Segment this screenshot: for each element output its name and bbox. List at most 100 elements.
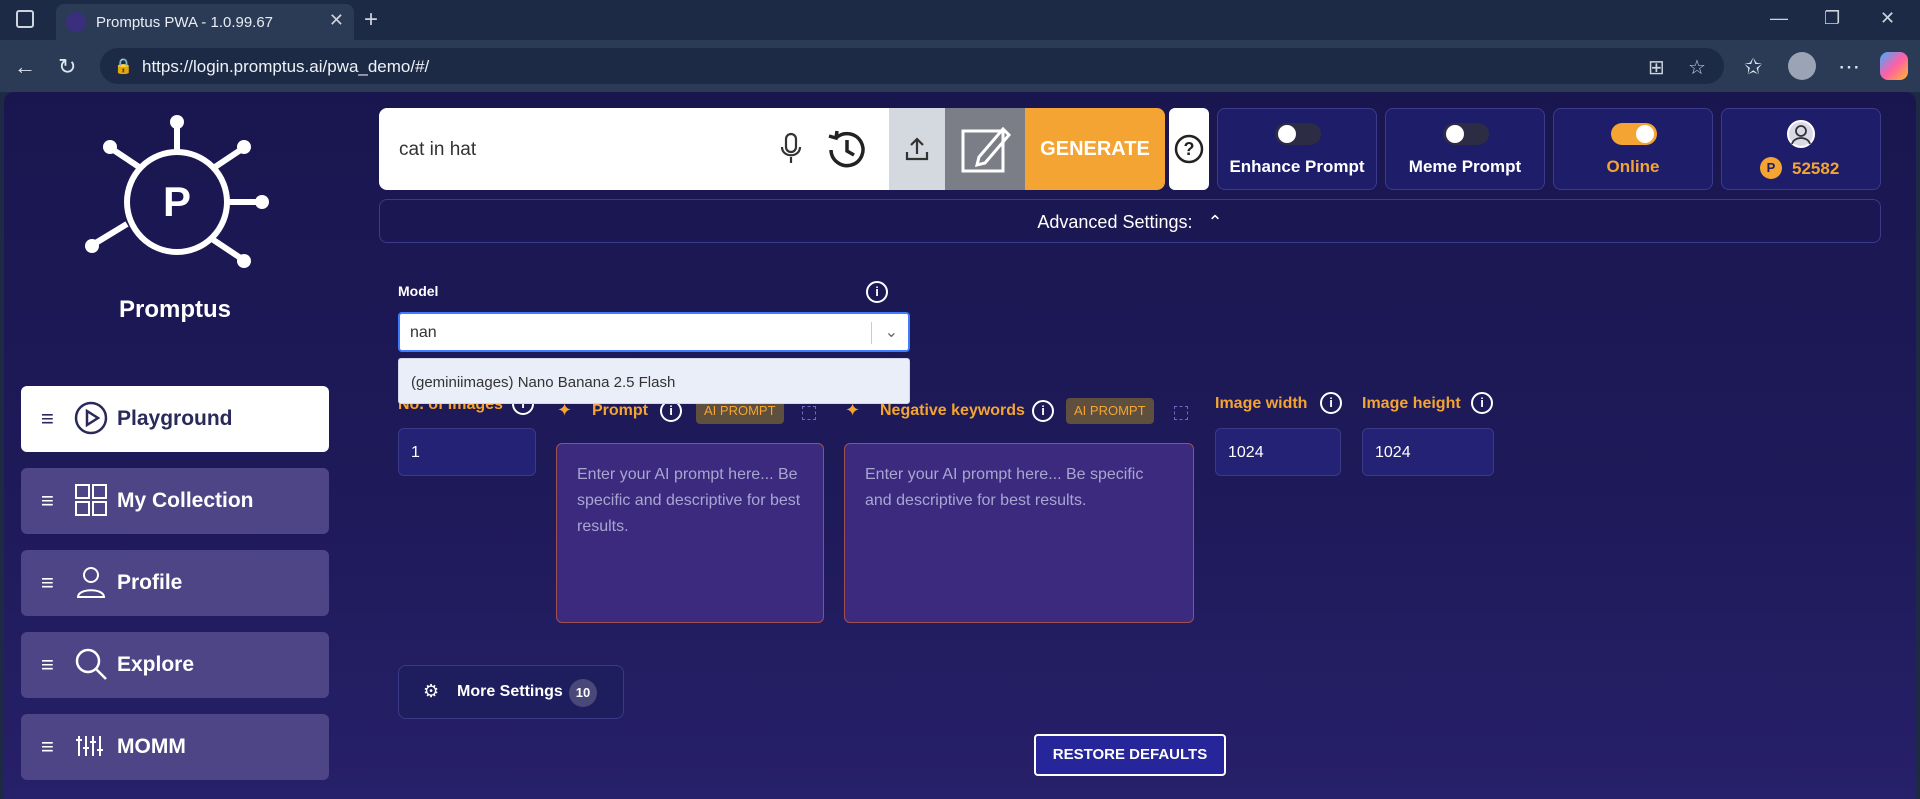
sidebar-item-my-collection[interactable]: ≡ My Collection [21, 468, 329, 534]
user-avatar-icon [1787, 120, 1815, 148]
online-card: Online [1553, 108, 1713, 190]
browser-tabbar: Promptus PWA - 1.0.99.67 ✕ + — ❐ ✕ [0, 0, 1920, 40]
prompt-input[interactable]: cat in hat [399, 139, 476, 161]
url-text[interactable]: https://login.promptus.ai/pwa_demo/#/ [142, 57, 429, 77]
edit-button[interactable] [945, 108, 1025, 190]
address-bar: ← ↻ 🔒 https://login.promptus.ai/pwa_demo… [0, 40, 1920, 92]
info-icon[interactable]: i [1032, 400, 1054, 422]
user-icon [76, 567, 106, 598]
prompt-textarea[interactable]: Enter your AI prompt here... Be specific… [556, 443, 824, 623]
favorite-star-icon[interactable]: ☆ [1688, 55, 1706, 80]
advanced-settings-label: Advanced Settings: [1037, 212, 1193, 232]
image-height-label: Image height [1362, 395, 1461, 412]
restore-window-icon[interactable]: ❐ [1824, 8, 1840, 29]
upload-icon [905, 137, 929, 161]
online-toggle[interactable] [1611, 123, 1657, 145]
sidebar-item-label: MOMM [117, 735, 186, 758]
generate-button[interactable]: GENERATE [1025, 108, 1165, 190]
restore-defaults-button[interactable]: RESTORE DEFAULTS [1034, 734, 1226, 776]
enhance-prompt-label: Enhance Prompt [1229, 157, 1365, 176]
enhance-prompt-card: Enhance Prompt [1217, 108, 1377, 190]
help-icon: ? [1174, 134, 1204, 164]
grid-icon [75, 484, 107, 516]
meme-prompt-card: Meme Prompt [1385, 108, 1545, 190]
menu-icon: ≡ [41, 488, 54, 513]
svg-text:?: ? [1184, 139, 1195, 159]
menu-icon: ≡ [41, 734, 54, 759]
history-icon[interactable] [823, 126, 871, 174]
image-width-input[interactable]: 1024 [1215, 428, 1341, 476]
play-icon [74, 401, 108, 435]
info-icon[interactable]: i [1471, 392, 1493, 414]
sidebar-item-label: Playground [117, 407, 233, 430]
pencil-icon [961, 126, 1012, 173]
mixer-icon [76, 736, 103, 756]
apps-icon[interactable]: ⊞ [1648, 55, 1665, 80]
more-icon[interactable]: ⋯ [1838, 54, 1860, 80]
credits-value: 52582 [1792, 159, 1840, 178]
menu-icon: ≡ [41, 570, 54, 595]
favorites-icon[interactable]: ✩ [1744, 54, 1762, 80]
chevron-down-icon[interactable]: ⌄ [885, 322, 898, 342]
more-settings-button[interactable]: ⚙ More Settings 10 [398, 665, 624, 719]
tab-title: Promptus PWA - 1.0.99.67 [96, 14, 274, 31]
expand-icon[interactable] [802, 406, 816, 420]
new-tab-icon[interactable]: + [364, 6, 378, 34]
negative-keywords-textarea[interactable]: Enter your AI prompt here... Be specific… [844, 443, 1194, 623]
close-icon[interactable]: ✕ [329, 10, 344, 31]
microphone-icon[interactable] [779, 132, 803, 164]
enhance-prompt-toggle[interactable] [1275, 123, 1321, 145]
info-icon[interactable]: i [866, 281, 888, 303]
meme-prompt-label: Meme Prompt [1408, 157, 1522, 176]
model-dropdown: (geminiimages) Nano Banana 2.5 Flash [398, 358, 910, 404]
more-settings-label: More Settings [457, 683, 563, 700]
help-button[interactable]: ? [1169, 108, 1209, 190]
chevron-up-icon: ⌃ [1207, 212, 1223, 232]
brand-name: Promptus [118, 296, 231, 323]
promptus-logo-icon: P [85, 115, 269, 268]
ai-prompt-pill[interactable]: AI PROMPT [1066, 398, 1154, 424]
sidebar-toggle-icon[interactable] [16, 10, 34, 28]
url-field[interactable]: 🔒 https://login.promptus.ai/pwa_demo/#/ … [100, 48, 1724, 84]
sidebar-item-momm[interactable]: ≡ MOMM [21, 714, 329, 780]
expand-icon[interactable] [1174, 406, 1188, 420]
image-width-label: Image width [1215, 395, 1308, 412]
model-label: Model [398, 283, 439, 299]
online-label: Online [1606, 157, 1660, 176]
site-info-icon[interactable]: 🔒 [114, 57, 133, 75]
profile-avatar-icon[interactable] [1788, 52, 1816, 80]
num-images-input[interactable]: 1 [398, 428, 536, 476]
sidebar-item-label: Explore [117, 653, 195, 676]
menu-icon: ≡ [41, 406, 54, 431]
search-icon [75, 648, 107, 680]
gear-icon: ⚙ [423, 681, 440, 701]
favicon-icon [66, 12, 86, 32]
meme-prompt-toggle[interactable] [1443, 123, 1489, 145]
reload-icon[interactable]: ↻ [58, 54, 76, 80]
sidebar-item-label: Profile [117, 571, 183, 594]
coin-icon: P [1760, 157, 1782, 179]
back-icon[interactable]: ← [14, 54, 36, 80]
info-icon[interactable]: i [1320, 392, 1342, 414]
image-height-input[interactable]: 1024 [1362, 428, 1494, 476]
upload-button[interactable] [889, 108, 945, 190]
model-select[interactable]: nan ⌄ [398, 312, 910, 352]
negative-keywords-label: Negative keywords [880, 402, 1025, 419]
svg-text:P: P [163, 178, 191, 225]
model-search-input[interactable]: nan [410, 324, 437, 342]
advanced-settings-toggle[interactable]: Advanced Settings: ⌃ [379, 199, 1881, 243]
prompt-label: Prompt [592, 402, 648, 419]
prompt-bar: cat in hat [379, 108, 889, 190]
model-option[interactable]: (geminiimages) Nano Banana 2.5 Flash [411, 374, 675, 391]
menu-icon: ≡ [41, 652, 54, 677]
more-settings-count-badge: 10 [569, 679, 597, 707]
browser-tab[interactable]: Promptus PWA - 1.0.99.67 ✕ [56, 4, 354, 40]
copilot-icon[interactable] [1880, 52, 1908, 80]
sidebar-item-profile[interactable]: ≡ Profile [21, 550, 329, 616]
sidebar-item-playground[interactable]: ≡ Playground [21, 386, 329, 452]
credits-card[interactable]: P 52582 [1721, 108, 1881, 190]
sidebar-item-label: My Collection [117, 489, 254, 512]
close-window-icon[interactable]: ✕ [1880, 8, 1895, 29]
minimize-icon[interactable]: — [1770, 8, 1788, 29]
sidebar-item-explore[interactable]: ≡ Explore [21, 632, 329, 698]
